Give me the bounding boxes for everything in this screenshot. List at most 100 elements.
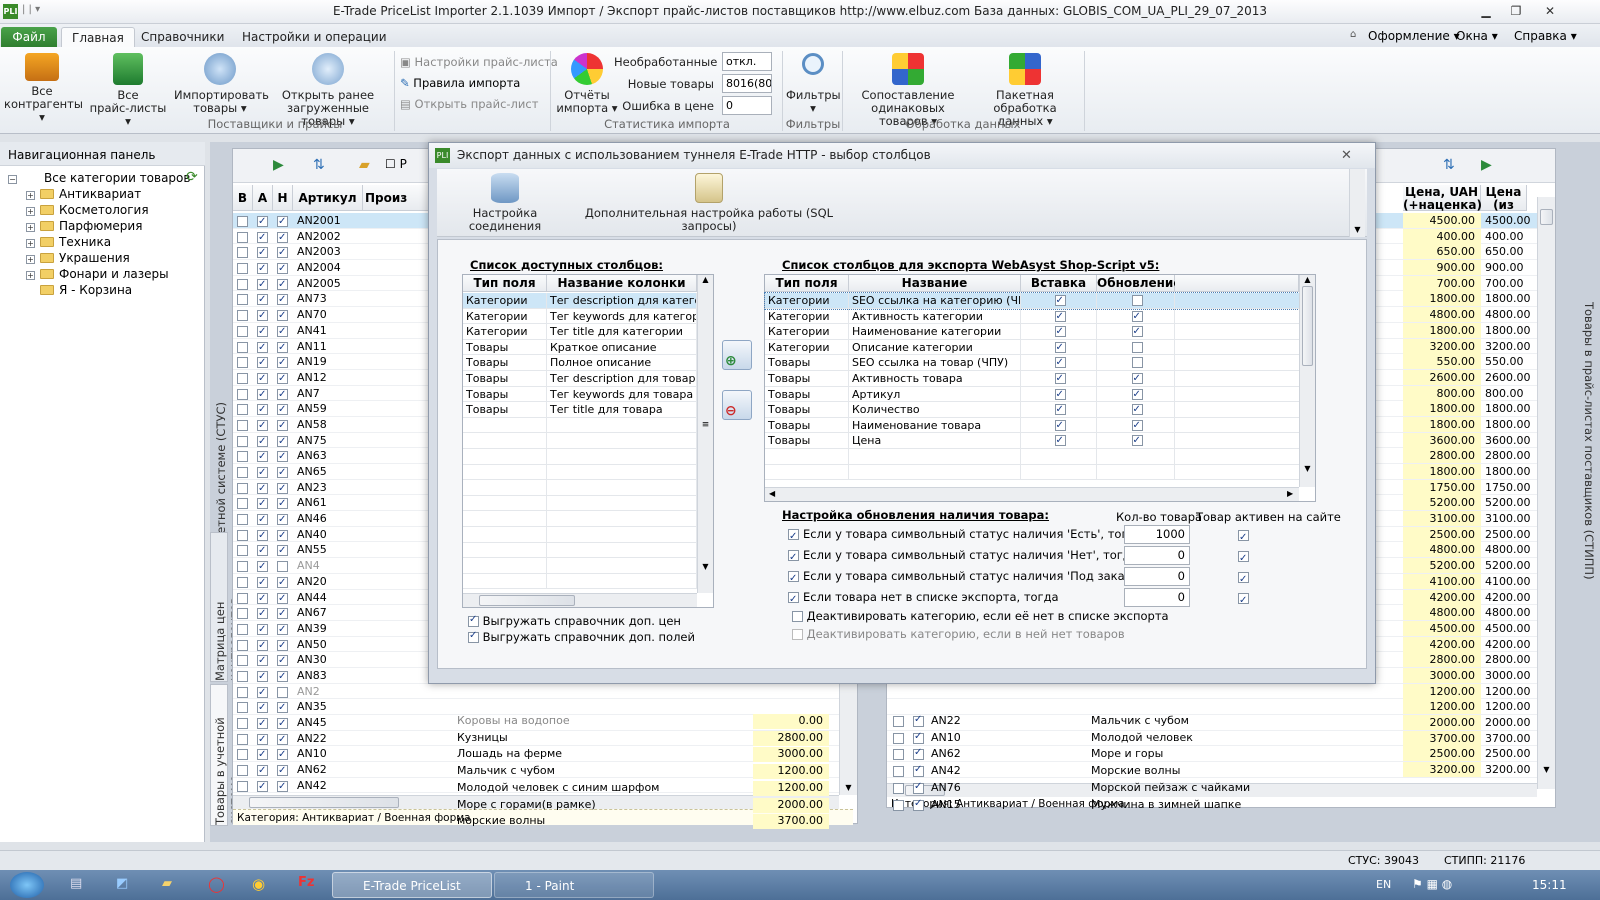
checkbox[interactable]: [237, 765, 248, 777]
taskbar-icon[interactable]: ▤: [70, 876, 82, 891]
connection-settings-button[interactable]: Настройка соединения: [443, 173, 567, 233]
tree-item[interactable]: + Техника: [26, 234, 169, 250]
checkbox-checked[interactable]: [257, 387, 268, 402]
checkbox[interactable]: [237, 670, 248, 682]
checkbox-checked[interactable]: [257, 214, 268, 230]
taskbar-app-paint[interactable]: 1 - Paint: [494, 872, 654, 898]
checkbox-checked[interactable]: [277, 465, 288, 481]
col-column-name[interactable]: Название колонки: [547, 275, 697, 292]
checkbox[interactable]: [237, 357, 248, 369]
checkbox-checked[interactable]: [1238, 591, 1249, 611]
checkbox-checked[interactable]: [257, 465, 268, 481]
chrome-icon[interactable]: ◉: [252, 875, 265, 893]
checkbox[interactable]: [237, 388, 248, 400]
checkbox-checked[interactable]: [1131, 433, 1143, 448]
checkbox-checked[interactable]: [257, 716, 268, 732]
chk-deactivate-missing[interactable]: Деактивировать категорию, если её нет в …: [792, 606, 1169, 626]
checkbox-checked[interactable]: [257, 747, 268, 763]
expand-icon[interactable]: +: [26, 223, 35, 232]
add-column-button[interactable]: ⊕: [722, 340, 752, 370]
opera-icon[interactable]: ◯: [208, 875, 225, 893]
checkbox-checked[interactable]: [913, 781, 924, 794]
table-row[interactable]: AN2: [233, 684, 839, 700]
tree-item[interactable]: + Косметология: [26, 202, 169, 218]
tab-settings[interactable]: Настройки и операции: [232, 27, 397, 48]
expand-icon[interactable]: +: [26, 207, 35, 216]
checkbox-checked[interactable]: [277, 292, 288, 308]
checkbox-checked[interactable]: [1054, 433, 1066, 448]
checkbox-checked[interactable]: [277, 716, 288, 732]
checkbox-checked[interactable]: [277, 543, 288, 559]
col-name[interactable]: Название: [849, 275, 1021, 292]
checkbox-checked[interactable]: [257, 700, 268, 716]
checkbox[interactable]: [237, 576, 248, 588]
checkbox[interactable]: [893, 782, 904, 794]
checkbox-checked[interactable]: [277, 779, 288, 794]
checkbox-checked[interactable]: [257, 606, 268, 622]
checkbox-checked[interactable]: [1131, 371, 1143, 386]
tab-references[interactable]: Справочники: [131, 27, 234, 48]
all-contractors-button[interactable]: Все контрагенты ▾: [4, 53, 83, 124]
dialog-close-icon[interactable]: ✕: [1341, 143, 1352, 168]
list-item[interactable]: Товары Активность товара: [765, 370, 1299, 387]
checkbox[interactable]: [237, 467, 248, 478]
checkbox-checked[interactable]: [257, 324, 268, 340]
checkbox[interactable]: [237, 749, 248, 761]
checkbox-checked[interactable]: [277, 512, 288, 528]
checkbox-checked[interactable]: [277, 449, 288, 465]
checkbox-checked[interactable]: [1054, 355, 1066, 370]
checkbox-checked[interactable]: [913, 764, 924, 778]
checkbox-checked[interactable]: [277, 638, 288, 653]
tray-icons[interactable]: ⚑ ▦ ◍: [1412, 877, 1452, 891]
qty-input[interactable]: 0: [1124, 588, 1190, 607]
checkbox-checked[interactable]: [257, 496, 268, 512]
checkbox[interactable]: [1131, 357, 1143, 369]
checkbox[interactable]: [237, 733, 248, 745]
checkbox-checked[interactable]: [257, 292, 268, 308]
export-vscroll[interactable]: ▲ ▼: [1299, 275, 1315, 487]
grid-sort-icon[interactable]: ⇅: [1443, 157, 1455, 173]
language-indicator[interactable]: EN: [1376, 878, 1391, 891]
checkbox-checked[interactable]: [277, 387, 288, 402]
checkbox-checked[interactable]: [1054, 293, 1066, 308]
checkbox-checked[interactable]: [257, 308, 268, 324]
checkbox[interactable]: [237, 545, 248, 557]
qty-input[interactable]: 0: [1124, 546, 1190, 565]
minimize-icon[interactable]: ▁: [1474, 3, 1498, 20]
pricelist-settings-button[interactable]: ▣ Настройки прайс-листа: [400, 55, 558, 69]
checkbox[interactable]: [237, 404, 248, 416]
checkbox[interactable]: [237, 686, 248, 698]
table-row[interactable]: AN15 Мужчина в зимней шапке: [887, 798, 1387, 813]
expand-icon[interactable]: +: [26, 239, 35, 248]
checkbox-checked[interactable]: [257, 528, 268, 543]
start-button[interactable]: [10, 872, 44, 898]
checkbox-checked[interactable]: [277, 653, 288, 669]
menu-help[interactable]: Справка ▾: [1514, 29, 1577, 43]
tree-root[interactable]: − Все категории товаров: [8, 170, 191, 186]
qty-input[interactable]: 1000: [1124, 525, 1190, 544]
checkbox-checked[interactable]: [277, 261, 288, 277]
checkbox-checked[interactable]: [257, 622, 268, 638]
checkbox-checked[interactable]: [277, 245, 288, 261]
col-field-type[interactable]: Тип поля: [765, 275, 849, 292]
expand-icon[interactable]: +: [26, 255, 35, 264]
col-update[interactable]: Обновление: [1097, 275, 1181, 292]
import-goods-button[interactable]: Импортировать товары ▾: [174, 53, 269, 115]
table-row[interactable]: AN62 Море и горы: [887, 747, 1387, 762]
checkbox[interactable]: [237, 310, 248, 322]
expand-icon[interactable]: +: [26, 191, 35, 200]
checkbox[interactable]: [237, 718, 248, 729]
checkbox-checked[interactable]: [788, 590, 799, 610]
checkbox-checked[interactable]: [257, 481, 268, 496]
checkbox-checked[interactable]: [1131, 324, 1143, 339]
checkbox-checked[interactable]: [277, 575, 288, 591]
list-item[interactable]: Категории Наименование категории: [765, 324, 1299, 340]
list-item[interactable]: Товары Артикул: [765, 386, 1299, 403]
checkbox-checked[interactable]: [277, 496, 288, 512]
extra-settings-button[interactable]: Дополнительная настройка работы (SQL зап…: [575, 173, 843, 233]
checkbox-checked[interactable]: [257, 669, 268, 685]
checkbox[interactable]: [237, 498, 248, 510]
checkbox[interactable]: [237, 451, 248, 463]
tab-price-matrix[interactable]: Матрица цен контрагентов: [210, 532, 241, 682]
checkbox[interactable]: [237, 278, 248, 290]
